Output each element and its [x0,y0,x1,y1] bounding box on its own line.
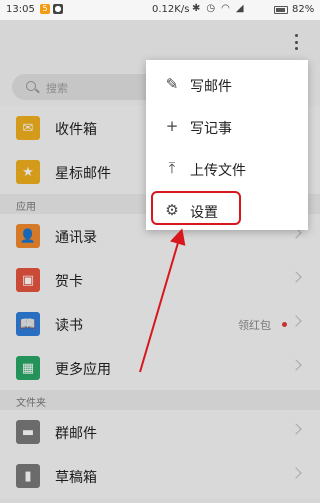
draft-icon: ▮ [16,464,40,488]
screen: 13:05 5 ● 0.12K/s ✱ ◷ ◠ ◢ 82% 搜索 ✉ 收件箱 ★… [0,0,320,503]
list-item-group-mail[interactable]: ▬ 群邮件 [0,410,320,454]
app-bar [0,20,320,64]
battery-percent: 82% [292,4,315,15]
notification-badge-icon: 5 [40,4,50,14]
list-item-cards[interactable]: ▣ 贺卡 [0,258,320,302]
contacts-label: 通讯录 [55,230,97,246]
status-icons: ✱ ◷ ◠ ◢ [192,3,272,14]
chevron-right-icon [290,271,302,283]
search-placeholder: 搜索 [46,82,68,95]
reading-redpacket-text: 领红包 [238,319,271,332]
section-header-folders: 文件夹 [0,390,320,410]
chevron-right-icon [290,315,302,327]
status-time: 13:05 [6,4,35,15]
drafts-label: 草稿箱 [55,470,97,486]
list-item-reading[interactable]: 📖 读书 领红包 [0,302,320,346]
list-item-more-apps[interactable]: ▦ 更多应用 [0,346,320,390]
settings-highlight-box [151,191,241,225]
search-icon [26,81,36,91]
chevron-right-icon [290,467,302,479]
red-dot-icon [282,322,287,327]
compose-label: 写邮件 [190,79,232,95]
upload-label: 上传文件 [190,163,246,179]
menu-item-note[interactable]: + 写记事 [146,106,308,146]
chevron-right-icon [290,423,302,435]
network-speed: 0.12K/s [152,4,190,15]
menu-item-upload[interactable]: ⤒ 上传文件 [146,148,308,188]
inbox-label: 收件箱 [55,122,97,138]
group-mail-label: 群邮件 [55,426,97,442]
inbox-icon: ✉ [16,116,40,140]
star-icon: ★ [16,160,40,184]
alarm-icon: ◷ [206,3,216,14]
edit-icon: ✎ [165,75,179,93]
wifi-icon: ◠ [221,3,230,14]
status-bar: 13:05 5 ● 0.12K/s ✱ ◷ ◠ ◢ 82% [0,0,320,20]
note-label: 写记事 [190,121,232,137]
folder-icon: ▬ [16,420,40,444]
cards-label: 贺卡 [55,274,83,290]
grid-icon: ▦ [16,356,40,380]
more-apps-label: 更多应用 [55,362,111,378]
list-item-drafts[interactable]: ▮ 草稿箱 [0,454,320,498]
battery-icon [274,6,288,14]
upload-icon: ⤒ [168,159,176,177]
card-icon: ▣ [16,268,40,292]
kebab-icon[interactable] [290,32,302,52]
starred-label: 星标邮件 [55,166,111,182]
book-icon: 📖 [16,312,40,336]
menu-item-compose[interactable]: ✎ 写邮件 [146,64,308,104]
app-notification-icon: ● [53,4,63,14]
chevron-right-icon [290,359,302,371]
contacts-icon: 👤 [16,224,40,248]
plus-icon: + [165,117,179,135]
reading-label: 读书 [55,318,83,334]
signal-icon: ◢ [235,3,244,14]
bluetooth-icon: ✱ [192,3,201,14]
